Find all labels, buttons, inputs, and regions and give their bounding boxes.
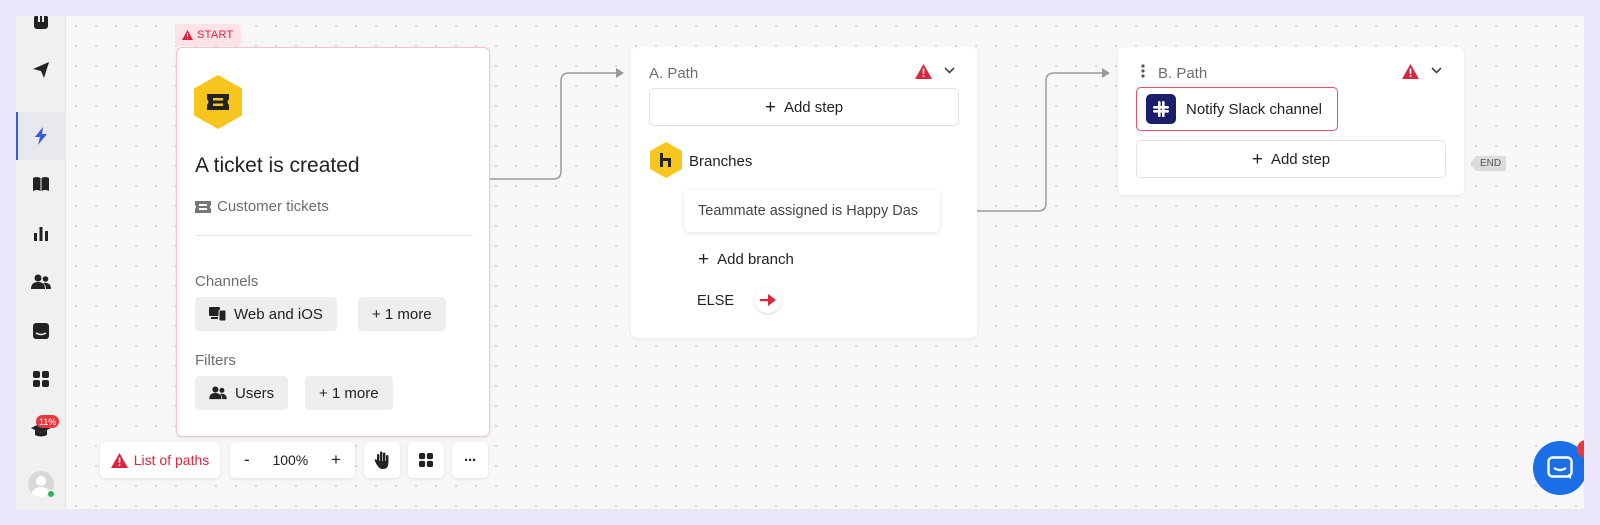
channels-more-chip[interactable]: + 1 more	[358, 297, 446, 331]
start-tag-label: START	[197, 29, 234, 41]
else-label: ELSE	[697, 293, 735, 309]
devices-icon	[209, 307, 226, 321]
add-step-label: Add step	[1270, 150, 1331, 168]
else-connect-button[interactable]	[755, 287, 781, 313]
sidebar-item-outbound[interactable]	[16, 52, 66, 88]
people-icon	[31, 274, 51, 289]
path-b-card[interactable]: B. Path Notify Slack channel + Add step	[1118, 47, 1464, 195]
plus-icon: +	[1251, 148, 1263, 170]
app-frame: 11% START A ticket is created Customer t…	[16, 16, 1584, 509]
trigger-title: A ticket is created	[195, 154, 360, 177]
plus-icon: +	[698, 249, 710, 270]
branches-icon	[660, 153, 671, 167]
drag-handle-icon[interactable]	[1141, 64, 1145, 83]
sidebar: 11%	[16, 16, 66, 509]
layout-grid-button[interactable]	[408, 442, 444, 478]
branches-label: Branches	[689, 153, 753, 170]
path-a-card[interactable]: A. Path + Add step Branches Teammate ass…	[631, 47, 977, 338]
ticket-small-icon	[195, 200, 211, 213]
arrow-right-icon	[760, 294, 776, 306]
filters-label: Filters	[195, 352, 236, 369]
slack-logo-icon	[1146, 94, 1176, 124]
sidebar-item-inbox[interactable]	[16, 16, 66, 40]
path-a-warning-icon[interactable]	[915, 64, 932, 79]
warning-icon	[110, 452, 128, 468]
trigger-subtitle: Customer tickets	[195, 198, 329, 215]
path-a-add-step-button[interactable]: + Add step	[649, 88, 959, 126]
lightning-icon	[35, 127, 47, 145]
progress-badge: 11%	[36, 415, 60, 428]
branches-hex	[650, 142, 682, 178]
end-tag: END	[1470, 156, 1507, 171]
filters-more-chip[interactable]: + 1 more	[305, 376, 393, 410]
ticket-icon	[207, 94, 229, 110]
grid-icon	[419, 453, 433, 467]
message-box-icon	[33, 323, 49, 339]
add-step-label: Add step	[783, 98, 844, 116]
more-options-button[interactable]: ···	[452, 442, 488, 478]
bar-chart-icon	[34, 227, 48, 241]
apps-grid-icon	[33, 371, 49, 387]
list-of-paths-label: List of paths	[133, 452, 210, 468]
chevron-down-icon[interactable]	[944, 67, 955, 74]
path-b-title: B. Path	[1158, 65, 1208, 82]
sidebar-item-reports[interactable]	[16, 215, 66, 251]
trigger-subtitle-text: Customer tickets	[217, 198, 329, 215]
paper-plane-icon	[33, 62, 49, 78]
filter-chip[interactable]: Users	[195, 376, 289, 410]
sidebar-item-apps[interactable]	[16, 361, 66, 397]
add-branch-label: Add branch	[717, 251, 794, 268]
channel-chip-label: Web and iOS	[234, 305, 323, 323]
path-b-warning-icon[interactable]	[1402, 64, 1419, 79]
slack-action-label: Notify Slack channel	[1186, 100, 1322, 118]
online-status-dot	[47, 490, 55, 498]
path-a-title: A. Path	[649, 65, 699, 82]
sidebar-item-profile[interactable]	[16, 466, 66, 502]
path-b-add-step-button[interactable]: + Add step	[1136, 140, 1446, 178]
slack-action-step[interactable]: Notify Slack channel	[1136, 87, 1338, 131]
hand-icon	[374, 451, 389, 469]
channels-label: Channels	[195, 273, 259, 290]
workflow-canvas[interactable]: START A ticket is created Customer ticke…	[66, 16, 1584, 509]
filter-chip-label: Users	[235, 384, 275, 402]
people-small-icon	[209, 386, 227, 400]
trigger-hex	[194, 75, 242, 129]
zoom-in-button[interactable]: +	[331, 450, 341, 470]
sidebar-item-messages[interactable]	[16, 313, 66, 349]
zoom-level: 100%	[272, 452, 309, 468]
chat-icon	[1547, 456, 1573, 479]
divider	[195, 235, 473, 236]
sidebar-item-automation[interactable]	[16, 112, 66, 160]
trigger-card[interactable]: A ticket is created Customer tickets Cha…	[176, 47, 490, 437]
sidebar-item-contacts[interactable]	[16, 264, 66, 300]
plus-icon: +	[764, 96, 776, 118]
zoom-out-button[interactable]: -	[244, 450, 250, 470]
add-branch-button[interactable]: + Add branch	[698, 250, 794, 269]
channel-chip[interactable]: Web and iOS	[195, 297, 337, 331]
zoom-controls: - 100% +	[230, 442, 355, 478]
chevron-down-icon[interactable]	[1431, 67, 1442, 74]
branch-condition[interactable]: Teammate assigned is Happy Das	[684, 190, 940, 232]
list-of-paths-button[interactable]: List of paths	[100, 442, 220, 478]
inbox-icon	[34, 16, 48, 29]
sidebar-item-knowledge[interactable]	[16, 166, 66, 202]
start-tag: START	[175, 24, 241, 46]
book-icon	[33, 177, 49, 191]
warning-icon	[182, 30, 193, 40]
pan-tool-button[interactable]	[364, 442, 400, 478]
